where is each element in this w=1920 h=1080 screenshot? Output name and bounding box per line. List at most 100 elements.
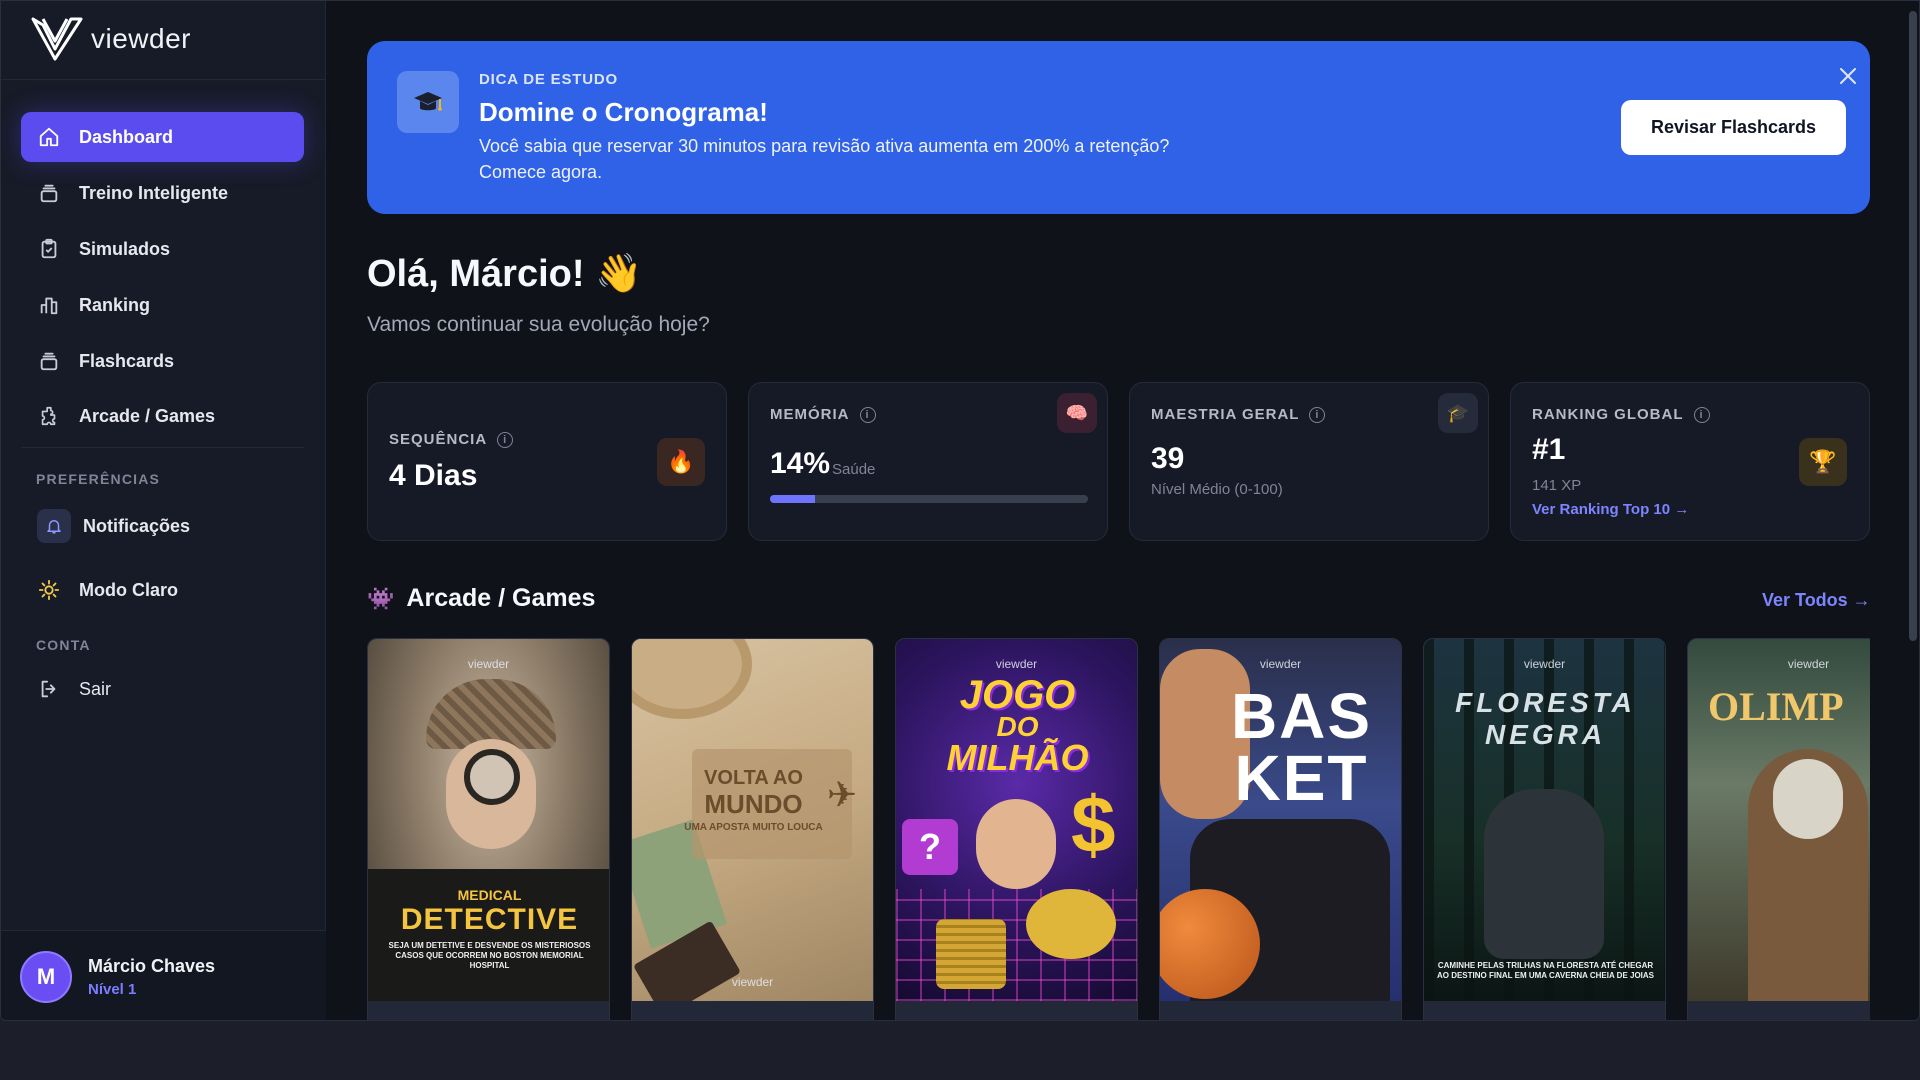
nav-arcade-games[interactable]: Arcade / Games: [21, 391, 304, 441]
stat-card-ranking: RANKING GLOBAL i #1 141 XP Ver Ranking To…: [1510, 382, 1870, 541]
game-title-top: FLORESTA: [1455, 687, 1636, 718]
user-profile[interactable]: M Márcio Chaves Nível 1: [1, 930, 326, 1020]
game-title: MILHÃO: [946, 737, 1089, 778]
game-brand: viewder: [995, 657, 1038, 671]
nav-simulados[interactable]: Simulados: [21, 224, 304, 274]
game-footer: [1688, 1001, 1870, 1020]
stat-value: 39: [1151, 442, 1185, 475]
game-card-basket[interactable]: BAS KET viewder: [1159, 638, 1402, 1020]
game-controller-icon: 👾: [367, 585, 395, 611]
game-footer: [368, 1001, 609, 1020]
game-cover: OLIMP: [1688, 639, 1870, 1001]
nav-label: Treino Inteligente: [79, 182, 229, 203]
nav-label: Arcade / Games: [79, 405, 216, 426]
stat-label: SEQUÊNCIA i: [389, 431, 514, 448]
greeting-subtitle: Vamos continuar sua evolução hoje?: [367, 313, 710, 336]
game-tagline: SEJA UM DETETIVE E DESVENDE OS MISTERIOS…: [388, 941, 591, 970]
game-title: DETECTIVE: [400, 903, 579, 936]
app-window: viewder Dashboard Treino Inteligente Sim…: [0, 0, 1920, 1021]
stat-value: 14%: [770, 447, 831, 480]
question-mark-icon: ?: [902, 819, 958, 875]
sun-icon: [37, 578, 61, 602]
info-icon[interactable]: i: [1309, 406, 1326, 423]
ranking-top10-link[interactable]: Ver Ranking Top 10 →: [1532, 501, 1689, 518]
coin-stack: [936, 919, 1006, 989]
arcade-section-title: 👾 Arcade / Games: [367, 584, 595, 613]
game-brand: viewder: [731, 975, 774, 989]
info-icon[interactable]: i: [859, 406, 876, 423]
logo-text: viewder: [91, 23, 191, 54]
brain-icon: 🧠: [1057, 393, 1097, 433]
graduation-cap-icon: [397, 71, 459, 133]
bar-chart-icon: [37, 293, 61, 317]
banner-kicker: DICA DE ESTUDO: [479, 71, 618, 88]
stat-card-memory: MEMÓRIA i 14% Saúde 🧠: [748, 382, 1108, 541]
game-card-volta-ao-mundo[interactable]: VOLTA AO MUNDO UMA APOSTA MUITO LOUCA ✈ …: [631, 638, 874, 1020]
puzzle-icon: [37, 404, 61, 428]
scrollbar[interactable]: [1907, 1, 1919, 1020]
bottom-bar: [0, 1021, 1920, 1080]
stat-card-mastery: MAESTRIA GERAL i 39 Nível Médio (0-100) 🎓: [1129, 382, 1489, 541]
nav-notifications[interactable]: Notificações: [21, 501, 304, 551]
viewder-logo-icon: [31, 17, 83, 61]
nav-label: Dashboard: [79, 126, 174, 147]
stack-icon: [37, 181, 61, 205]
game-card-olimpo[interactable]: OLIMP viewder: [1687, 638, 1870, 1020]
nav-dashboard[interactable]: Dashboard: [21, 112, 304, 162]
airplane-icon: ✈: [827, 774, 858, 815]
sidebar: viewder Dashboard Treino Inteligente Sim…: [1, 1, 326, 1020]
dollar-sign-icon: $: [1071, 780, 1116, 869]
stat-label: MEMÓRIA i: [770, 406, 876, 423]
logo[interactable]: viewder: [31, 17, 191, 61]
game-cover: FLORESTA NEGRA CAMINHE PELAS TRILHAS NA …: [1424, 639, 1665, 1001]
game-tagline: UMA APOSTA MUITO LOUCA: [684, 822, 823, 833]
bell-icon: [37, 509, 71, 543]
stat-sub: Nível Médio (0-100): [1151, 481, 1283, 498]
games-carousel: MEDICAL DETECTIVE SEJA UM DETETIVE E DES…: [367, 638, 1870, 1020]
avatar: M: [20, 950, 72, 1003]
stack-icon: [37, 349, 61, 373]
divider: [1, 79, 326, 80]
nav-flashcards[interactable]: Flashcards: [21, 336, 304, 386]
banner-text: Você sabia que reservar 30 minutos para …: [479, 136, 1170, 182]
info-icon[interactable]: i: [1693, 406, 1710, 423]
nav-logout[interactable]: Sair: [21, 664, 304, 714]
game-cover: VOLTA AO MUNDO UMA APOSTA MUITO LOUCA ✈: [632, 639, 873, 1018]
game-cover: BAS KET: [1160, 639, 1401, 1001]
nav-treino-inteligente[interactable]: Treino Inteligente: [21, 168, 304, 218]
piggy-bank: [1026, 889, 1116, 959]
stat-label: MAESTRIA GERAL i: [1151, 406, 1326, 423]
zeus-beard: [1773, 759, 1843, 839]
nav-theme-toggle[interactable]: Modo Claro: [21, 565, 304, 615]
game-card-jogo-do-milhao[interactable]: JOGO DO MILHÃO ? $ viewder: [895, 638, 1138, 1020]
game-tagline: CAMINHE PELAS TRILHAS NA FLORESTA ATÉ CH…: [1436, 961, 1655, 980]
game-card-floresta-negra[interactable]: FLORESTA NEGRA CAMINHE PELAS TRILHAS NA …: [1423, 638, 1666, 1020]
stat-card-streak: SEQUÊNCIA i 4 Dias 🔥: [367, 382, 727, 541]
banner-title: Domine o Cronograma!: [479, 97, 768, 127]
preferences-heading: PREFERÊNCIAS: [36, 471, 161, 487]
game-cover: JOGO DO MILHÃO ? $: [896, 639, 1137, 1001]
see-all-games-link[interactable]: Ver Todos →: [1762, 590, 1871, 611]
game-brand: viewder: [1523, 657, 1566, 671]
game-footer: [896, 1001, 1137, 1020]
game-cover: MEDICAL DETECTIVE SEJA UM DETETIVE E DES…: [368, 639, 609, 1001]
main-content: DICA DE ESTUDO Domine o Cronograma! Você…: [327, 1, 1919, 1020]
home-icon: [37, 125, 61, 149]
stat-sub: Saúde: [832, 461, 876, 478]
nav-ranking[interactable]: Ranking: [21, 280, 304, 330]
section-title-text: Arcade / Games: [406, 584, 596, 612]
nav-label: Modo Claro: [79, 579, 178, 600]
game-card-medical-detective[interactable]: MEDICAL DETECTIVE SEJA UM DETETIVE E DES…: [367, 638, 610, 1020]
graduation-cap-icon: 🎓: [1438, 393, 1478, 433]
memory-progress-bar: [770, 495, 1088, 503]
scrollbar-thumb[interactable]: [1909, 11, 1917, 641]
study-tip-banner: DICA DE ESTUDO Domine o Cronograma! Você…: [367, 41, 1870, 214]
nav-label: Simulados: [79, 238, 171, 259]
trophy-icon: 🏆: [1799, 438, 1847, 486]
close-icon[interactable]: [1833, 61, 1863, 91]
review-flashcards-button[interactable]: Revisar Flashcards: [1621, 100, 1846, 155]
user-level: Nível 1: [88, 980, 137, 998]
info-icon[interactable]: i: [497, 431, 514, 448]
game-title-top: MEDICAL: [457, 887, 522, 903]
fire-icon: 🔥: [657, 438, 705, 486]
